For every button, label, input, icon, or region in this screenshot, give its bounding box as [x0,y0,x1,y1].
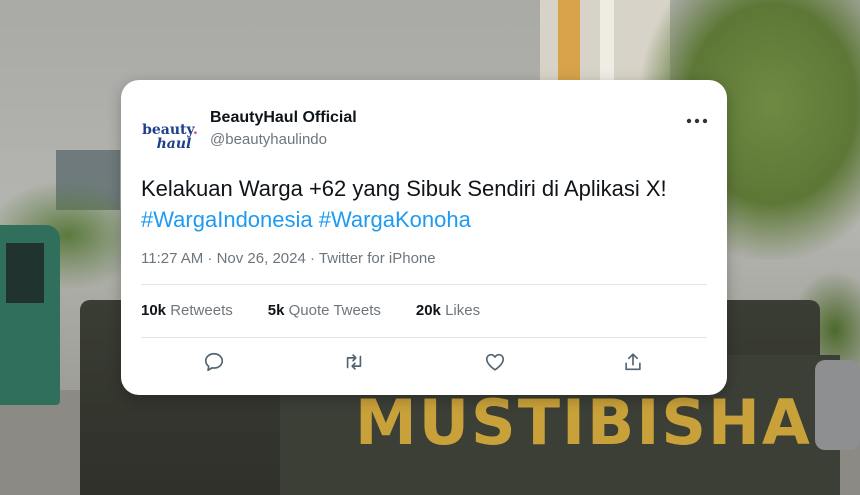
display-name[interactable]: BeautyHaul Official [210,109,357,127]
motorcycle [815,360,860,450]
avatar-logo-line2: haul [156,136,192,152]
stat-label: Retweets [170,302,233,319]
retweet-button[interactable] [340,348,368,376]
divider [141,337,707,338]
stat-likes[interactable]: 20k Likes [416,302,480,319]
tweet-card: beauty. haul BeautyHaul Official @beauty… [121,80,727,395]
stat-count: 5k [267,302,285,319]
user-handle[interactable]: @beautyhaulindo [210,131,327,148]
share-icon [625,353,641,371]
avatar-logo-dot: . [193,122,198,138]
stat-count: 10k [141,302,167,319]
stat-quote-tweets[interactable]: 5k Quote Tweets [268,302,381,319]
like-button[interactable] [481,348,509,376]
tweet-text: Kelakuan Warga +62 yang Sibuk Sendiri di… [141,173,711,235]
stat-retweets[interactable]: 10k Retweets [141,302,233,319]
reply-button[interactable] [200,348,228,376]
share-button[interactable] [619,348,647,376]
truck-lettering: MUSTIBISHA [355,386,812,459]
van [0,225,60,405]
engagement-stats: 10k Retweets 5k Quote Tweets 20k Likes [141,302,515,319]
stat-label: Likes [445,302,481,319]
avatar[interactable]: beauty. haul [139,106,201,168]
avatar-logo-line1: beauty. [142,123,198,137]
tweet-hashtags[interactable]: #WargaIndonesia #WargaKonoha [141,204,711,235]
ellipsis-icon [686,118,708,124]
more-options-icon[interactable] [686,115,708,124]
retweet-icon [346,354,362,370]
stat-count: 20k [415,302,441,319]
divider [141,284,707,285]
stat-label: Quote Tweets [288,302,381,319]
van-window [6,243,44,303]
like-icon [485,353,505,371]
tweet-actions [141,348,707,378]
tweet-timestamp[interactable]: 11:27 AM · Nov 26, 2024 · Twitter for iP… [141,250,436,267]
reply-icon [204,352,224,372]
tweet-body: Kelakuan Warga +62 yang Sibuk Sendiri di… [141,176,667,201]
